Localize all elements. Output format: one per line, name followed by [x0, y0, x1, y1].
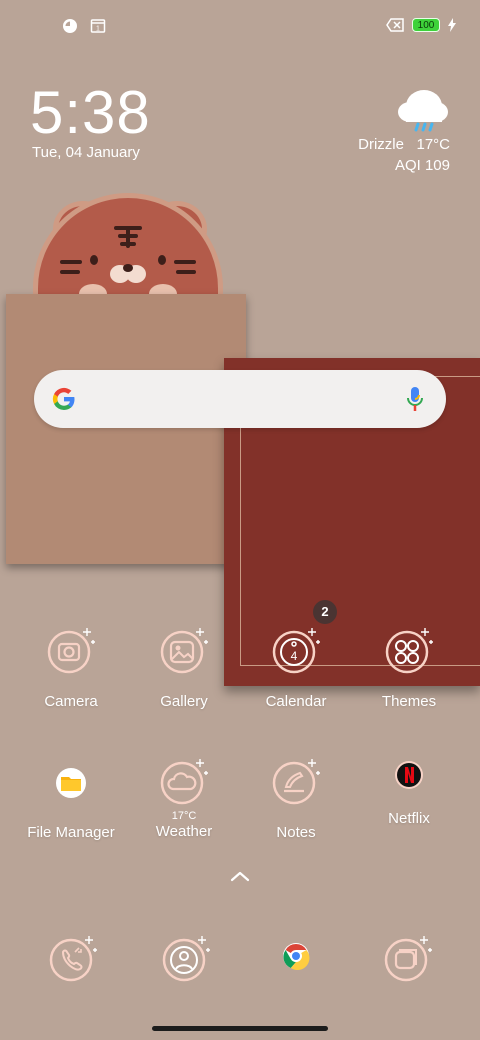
weather-temperature: 17°C — [416, 136, 450, 153]
app-label: Notes — [276, 824, 316, 841]
weather-widget[interactable]: Drizzle 17°C AQI 109 — [358, 86, 450, 174]
app-netflix[interactable]: Netflix — [359, 753, 459, 827]
netflix-icon — [395, 761, 423, 789]
app-label: Camera — [44, 693, 98, 710]
weather-aqi: AQI 109 — [394, 157, 450, 174]
app-label: Themes — [381, 693, 437, 710]
status-bar-left: 1 — [62, 18, 106, 34]
app-notification-icon — [63, 19, 77, 33]
phone-icon[interactable] — [45, 930, 101, 986]
gallery-icon — [160, 628, 208, 674]
weather-condition: Drizzle — [358, 136, 404, 153]
no-sim-icon — [386, 18, 404, 32]
calendar-day: 4 — [291, 649, 298, 663]
app-label: Weather — [155, 823, 213, 840]
calendar-icon: 4 — [272, 628, 320, 674]
wallpaper-beige-card — [6, 294, 246, 564]
battery-icon: 100 — [412, 18, 440, 32]
app-label: Gallery — [160, 693, 208, 710]
app-notes[interactable]: Notes — [246, 753, 346, 841]
chrome-icon[interactable] — [282, 942, 310, 970]
app-themes[interactable]: Themes — [359, 622, 459, 710]
app-label: File Manager — [27, 824, 115, 841]
app-weather[interactable]: 17°C Weather — [134, 753, 234, 840]
status-bar-right: 100 — [386, 18, 456, 32]
notification-badge: 2 — [313, 600, 337, 624]
contacts-icon[interactable] — [158, 930, 214, 986]
app-label: Calendar — [265, 693, 327, 710]
weather-app-icon — [160, 759, 208, 805]
clock-time[interactable]: 5:38 — [30, 78, 151, 147]
google-search-bar[interactable] — [34, 370, 446, 428]
app-camera[interactable]: Camera — [21, 622, 121, 710]
microphone-icon[interactable] — [406, 385, 424, 413]
calendar-notification-icon: 1 — [90, 19, 106, 33]
drizzle-cloud-icon — [398, 90, 448, 132]
clock-date[interactable]: Tue, 04 January — [32, 144, 140, 161]
messages-icon[interactable] — [380, 930, 436, 986]
chevron-up-icon[interactable] — [230, 870, 250, 882]
google-g-icon — [52, 387, 75, 411]
themes-icon — [385, 628, 433, 674]
app-gallery[interactable]: Gallery — [134, 622, 234, 710]
app-calendar[interactable]: 4 Calendar — [246, 622, 346, 710]
camera-icon — [47, 628, 95, 674]
gesture-nav-bar[interactable] — [152, 1026, 328, 1031]
charging-icon — [448, 18, 456, 32]
tiger-face-features — [60, 226, 196, 304]
svg-text:1: 1 — [96, 26, 100, 33]
weather-app-temp: 17°C — [171, 810, 197, 822]
app-file-manager[interactable]: File Manager — [21, 753, 121, 841]
notes-icon — [272, 759, 320, 805]
folder-icon — [56, 768, 86, 798]
app-label: Netflix — [388, 810, 430, 827]
